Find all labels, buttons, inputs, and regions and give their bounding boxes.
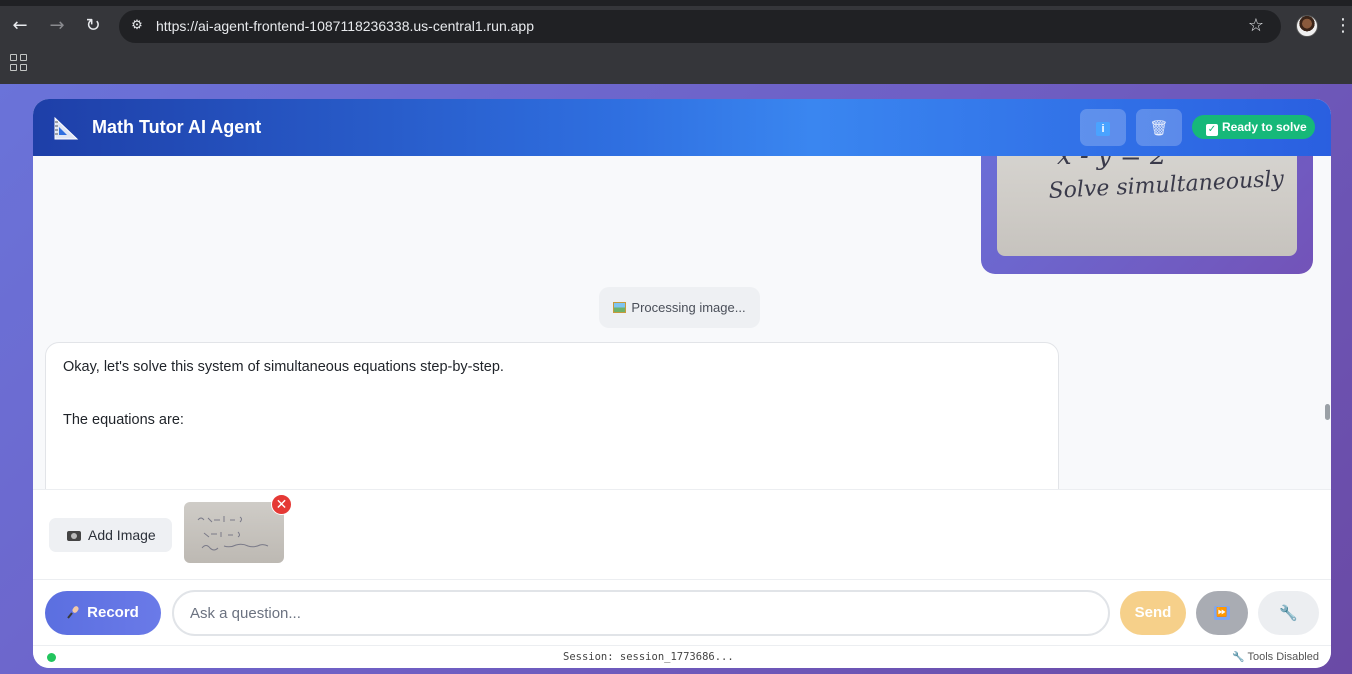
assistant-text-line: The equations are: [63,412,184,428]
image-thumbnail[interactable] [184,502,284,563]
handwriting-image: x - y = 2 Solve simultaneously [1048,156,1285,204]
equation-line-text: x - y = 2 [1057,156,1167,171]
instruction-line-text: Solve simultaneously [1048,167,1285,204]
browser-chrome: ← → ↻ ⚙ https://ai-agent-frontend-108711… [0,0,1352,84]
user-message: x - y = 2 Solve simultaneously [981,156,1313,274]
fast-forward-button[interactable]: ⏩ [1196,591,1248,635]
tools-status-text: Tools Disabled [1247,651,1319,663]
fast-forward-icon: ⏩ [1214,605,1230,620]
microphone-icon [67,606,79,619]
processing-status: Processing image... [599,287,760,328]
check-icon: ✓ [1206,124,1218,136]
ruler-triangle-icon [54,116,79,140]
tools-button[interactable]: 🔧 [1258,591,1319,635]
tools-status: 🔧 Tools Disabled [1232,651,1319,663]
wrench-icon: 🔧 [1232,652,1245,663]
apps-grid-icon[interactable] [10,54,27,71]
uploaded-equation-photo[interactable]: x - y = 2 Solve simultaneously [997,156,1297,256]
session-id: Session: session_1773686... [563,651,734,663]
connection-status-dot [47,653,56,662]
input-bar: Record Send ⏩ 🔧 [33,579,1331,645]
status-badge: ✓ Ready to solve [1192,115,1315,139]
send-button[interactable]: Send [1120,591,1186,635]
thumbnail-handwriting [197,516,269,551]
add-image-button[interactable]: Add Image [49,518,172,552]
processing-text: Processing image... [631,300,746,315]
status-footer: Session: session_1773686... 🔧 Tools Disab… [33,645,1331,668]
site-info-icon[interactable]: ⚙ [127,16,147,36]
address-bar[interactable]: ⚙ https://ai-agent-frontend-108711823633… [119,10,1281,43]
assistant-text-line: Okay, let's solve this system of simulta… [63,359,504,375]
clear-chat-button[interactable]: 🗑 [1136,109,1182,146]
app-header: Math Tutor AI Agent i 🗑 ✓ Ready to solve [33,99,1331,156]
url-text[interactable]: https://ai-agent-frontend-1087118236338.… [156,18,534,34]
bookmark-star-icon[interactable]: ☆ [1245,15,1267,37]
app-card: Math Tutor AI Agent i 🗑 ✓ Ready to solve … [33,99,1331,668]
chat-messages[interactable]: x - y = 2 Solve simultaneously Processin… [33,156,1331,489]
browser-menu-icon[interactable]: ⋮ [1334,14,1352,38]
forward-button[interactable]: → [45,14,69,38]
back-button[interactable]: ← [8,14,32,38]
chat-scrollbar-thumb[interactable] [1325,404,1330,420]
assistant-message: Okay, let's solve this system of simulta… [45,342,1059,489]
record-label: Record [87,604,139,621]
reload-button[interactable]: ↻ [81,14,105,38]
info-icon: i [1096,121,1110,136]
tab-strip [0,0,1352,6]
profile-avatar[interactable] [1296,15,1318,37]
info-button[interactable]: i [1080,109,1126,146]
attachment-bar: Add Image ✕ [33,489,1331,579]
chat-scrollbar[interactable] [1323,156,1331,489]
question-input[interactable] [172,590,1110,636]
record-button[interactable]: Record [45,591,161,635]
status-text: Ready to solve [1222,120,1307,134]
remove-image-button[interactable]: ✕ [271,494,292,515]
camera-icon [67,531,81,541]
picture-icon [613,302,627,313]
app-title: Math Tutor AI Agent [92,117,262,137]
trash-icon: 🗑 [1149,119,1169,137]
add-image-label: Add Image [88,527,156,543]
